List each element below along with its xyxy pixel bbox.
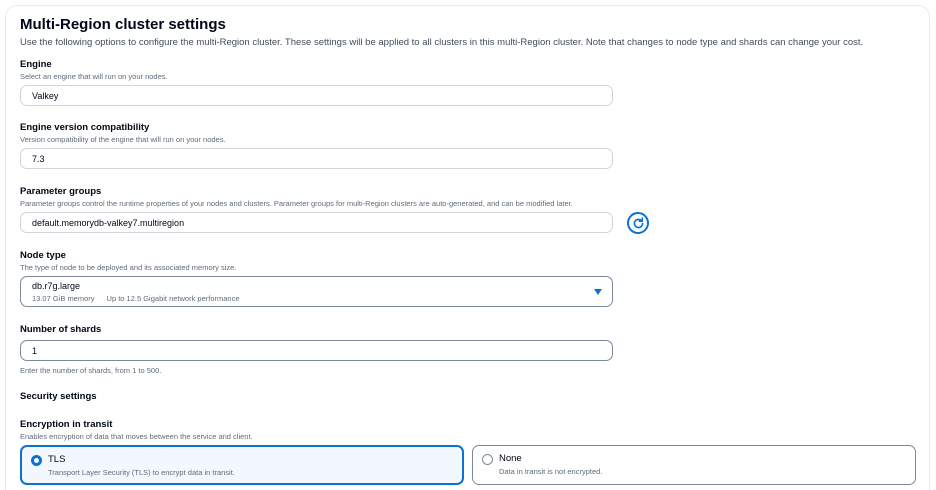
caret-down-icon: [594, 289, 602, 295]
node-type-select[interactable]: db.r7g.large 13.07 GiB memory Up to 12.5…: [20, 276, 613, 307]
option-description: Transport Layer Security (TLS) to encryp…: [48, 468, 235, 477]
option-label: TLS: [48, 454, 66, 465]
panel-description: Use the following options to configure t…: [20, 37, 864, 48]
option-label: None: [499, 453, 522, 464]
shards-constraint: Enter the number of shards, from 1 to 50…: [20, 366, 162, 375]
engine-version-label: Engine version compatibility: [20, 122, 150, 133]
node-type-label: Node type: [20, 250, 66, 261]
panel-title: Multi-Region cluster settings: [20, 16, 226, 33]
shards-input[interactable]: 1: [20, 340, 613, 361]
engine-version-field: 7.3: [20, 148, 613, 169]
node-type-hint: The type of node to be deployed and its …: [20, 263, 237, 272]
security-settings-heading: Security settings: [20, 391, 97, 402]
parameter-groups-hint: Parameter groups control the runtime pro…: [20, 199, 573, 208]
encryption-option-tls[interactable]: TLS Transport Layer Security (TLS) to en…: [20, 445, 464, 485]
radio-unselected-icon: [482, 454, 493, 465]
refresh-glyph: [633, 216, 643, 228]
encryption-in-transit-label: Encryption in transit: [20, 419, 113, 430]
node-type-details: 13.07 GiB memory Up to 12.5 Gigabit netw…: [32, 294, 601, 303]
engine-version-hint: Version compatibility of the engine that…: [20, 135, 226, 144]
refresh-icon[interactable]: [627, 212, 649, 234]
encryption-in-transit-hint: Enables encryption of data that moves be…: [20, 432, 253, 441]
node-type-value: db.r7g.large: [32, 281, 81, 291]
engine-label: Engine: [20, 59, 52, 70]
node-type-network: Up to 12.5 Gigabit network performance: [106, 294, 240, 303]
parameter-groups-label: Parameter groups: [20, 186, 102, 197]
shards-value: 1: [32, 345, 38, 356]
radio-selected-icon: [31, 455, 42, 466]
parameter-groups-value: default.memorydb-valkey7.multiregion: [32, 217, 185, 228]
engine-field: Valkey: [20, 85, 613, 106]
option-description: Data in transit is not encrypted.: [499, 467, 603, 476]
engine-value: Valkey: [32, 90, 59, 101]
parameter-groups-field: default.memorydb-valkey7.multiregion: [20, 212, 613, 233]
shards-label: Number of shards: [20, 324, 102, 335]
engine-hint: Select an engine that will run on your n…: [20, 72, 168, 81]
encryption-option-none[interactable]: None Data in transit is not encrypted.: [472, 445, 916, 485]
node-type-memory: 13.07 GiB memory: [32, 294, 95, 303]
engine-version-value: 7.3: [32, 153, 45, 164]
